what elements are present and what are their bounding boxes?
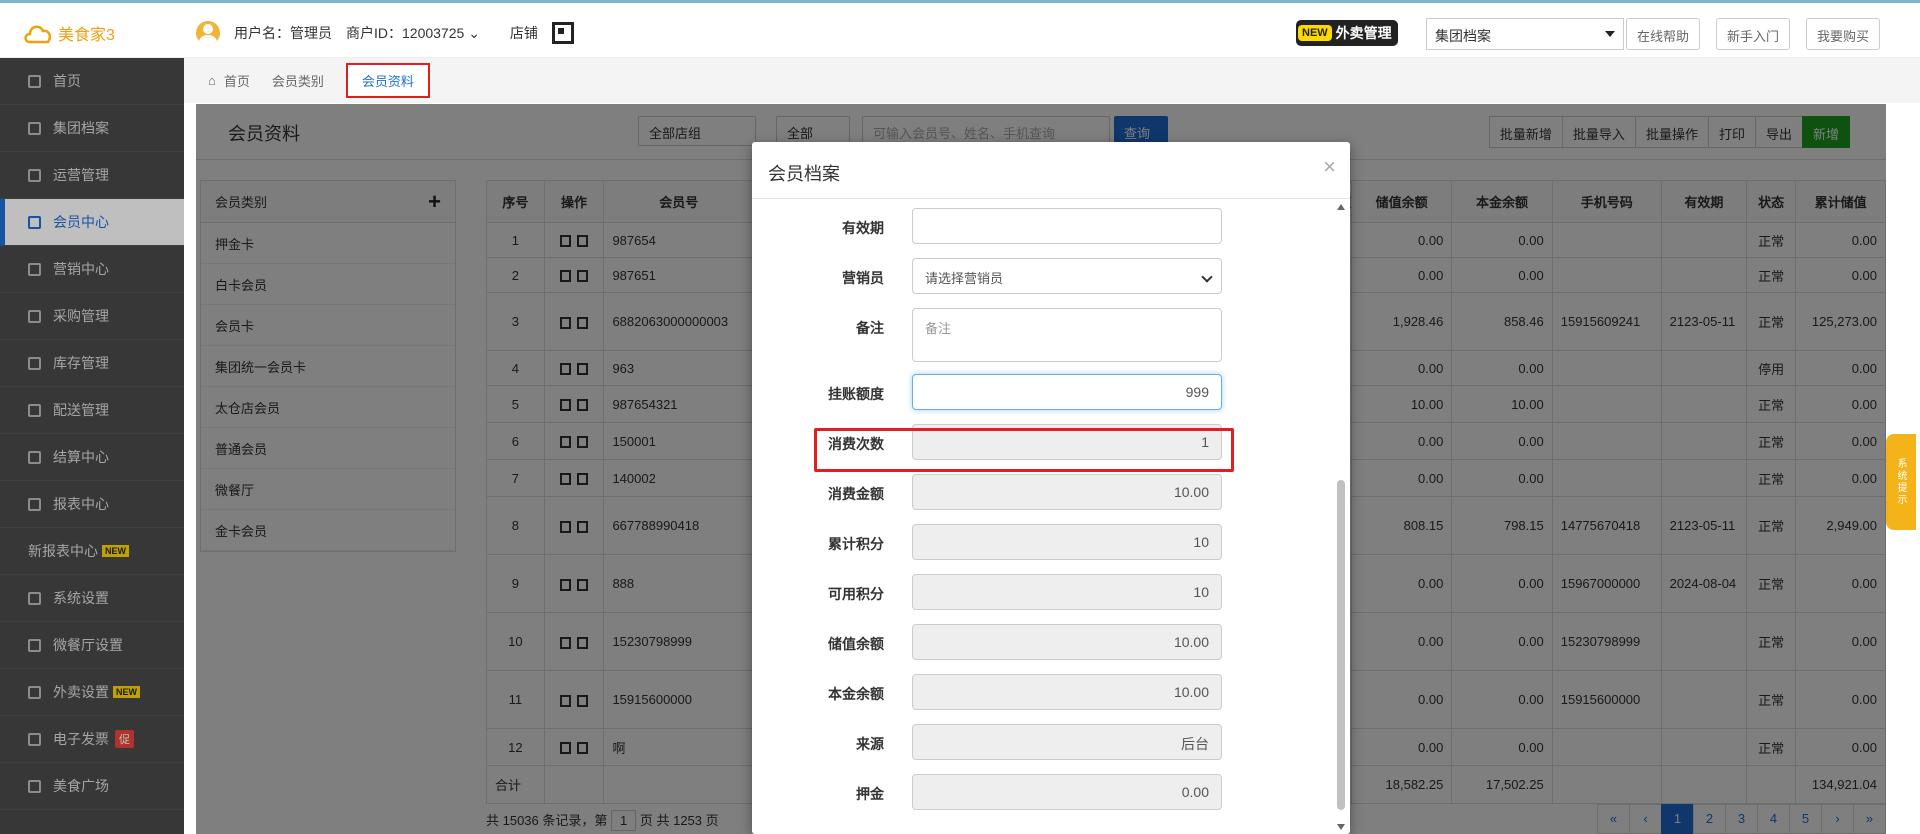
deposit-field: 0.00 [912,774,1222,810]
user-info: 用户名：管理员 商户ID：12003725 ⌄ 店铺 [196,21,574,45]
field-label: 消费金额 [828,486,884,502]
consume-amount-field: 10.00 [912,474,1222,510]
field-label: 可用积分 [828,586,884,602]
merchant-id-dropdown[interactable]: 商户ID：12003725 ⌄ [346,23,480,43]
username-label: 用户名：管理员 [234,25,332,41]
form-row-remark: 备注 备注 [752,308,1312,362]
new-badge: NEW [1298,25,1332,41]
total-points-field: 10 [912,524,1222,560]
remark-textarea[interactable]: 备注 [912,308,1222,362]
field-label: 押金 [856,786,884,802]
available-points-field: 10 [912,574,1222,610]
field-label: 储值余额 [828,636,884,652]
home-icon: ⌂ [208,73,216,88]
sidebar-dim [0,58,184,834]
field-label: 备注 [856,320,884,336]
credit-limit-highlight [814,428,1234,472]
principal-balance-field: 10.00 [912,674,1222,710]
field-label: 累计积分 [828,536,884,552]
breadcrumb: ⌂ 首页 会员类别 会员资料 [184,58,1920,103]
field-label: 营销员 [842,270,884,286]
form-row-available-points: 可用积分 10 [752,574,1312,614]
online-help-button[interactable]: 在线帮助 [1626,18,1701,50]
form-row-source: 来源 后台 [752,724,1312,764]
top-bar: 美食家3 用户名：管理员 商户ID：12003725 ⌄ 店铺 NEW 外卖管理… [0,0,1920,58]
store-link[interactable]: 店铺 [510,23,538,43]
stored-balance-field: 10.00 [912,624,1222,660]
field-label: 挂账额度 [828,386,884,402]
credit-limit-input[interactable]: 999 [912,374,1222,410]
system-hint-tab[interactable]: 系统提示 [1886,434,1916,530]
modal-body: 有效期 营销员 请选择营销员 备注 备注 挂账额度 999 消费次数 1 消费金… [752,200,1350,834]
member-archive-modal: 会员档案 × 有效期 营销员 请选择营销员 备注 备注 挂账额度 999 消费次… [752,142,1350,834]
modal-scrollbar[interactable] [1336,200,1346,834]
takeout-label: 外卖管理 [1335,25,1392,41]
close-icon[interactable]: × [1323,154,1336,180]
cloud-icon [24,25,52,44]
form-row-deposit: 押金 0.00 [752,774,1312,814]
form-row-total-points: 累计积分 10 [752,524,1312,564]
field-label: 本金余额 [828,686,884,702]
breadcrumb-current[interactable]: 会员资料 [345,63,430,98]
merchant-id-label: 商户ID：12003725 [346,25,465,41]
breadcrumb-member-category[interactable]: 会员类别 [272,71,324,90]
scroll-down-icon[interactable] [1337,824,1345,830]
takeout-management-button[interactable]: NEW 外卖管理 [1296,20,1398,46]
app-logo[interactable]: 美食家3 [22,21,115,45]
modal-header: 会员档案 × [752,142,1350,199]
form-row-stored-balance: 储值余额 10.00 [752,624,1312,664]
form-row-principal-balance: 本金余额 10.00 [752,674,1312,714]
breadcrumb-home[interactable]: ⌂ 首页 [208,71,250,90]
buy-button[interactable]: 我要购买 [1806,18,1881,50]
form-row-salesperson: 营销员 请选择营销员 [752,258,1312,298]
form-row-consume-amount: 消费金额 10.00 [752,474,1312,514]
source-field: 后台 [912,724,1222,760]
chevron-down-icon: ⌄ [468,25,480,41]
expiry-input[interactable] [912,208,1222,244]
app-name: 美食家3 [58,27,115,44]
modal-title: 会员档案 [768,164,840,184]
field-label: 来源 [856,736,884,752]
breadcrumb-home-label: 首页 [223,74,250,89]
scroll-up-icon[interactable] [1337,204,1345,210]
salesperson-select[interactable]: 请选择营销员 [912,258,1222,294]
form-row-expiry: 有效期 [752,208,1312,248]
group-select[interactable]: 集团档案 [1426,18,1624,50]
user-avatar-icon [196,21,220,45]
field-label: 有效期 [842,220,884,236]
qrcode-icon[interactable] [551,22,574,44]
beginner-guide-button[interactable]: 新手入门 [1716,18,1791,50]
form-row-credit-limit: 挂账额度 999 [752,374,1312,414]
scroll-thumb[interactable] [1337,480,1345,810]
